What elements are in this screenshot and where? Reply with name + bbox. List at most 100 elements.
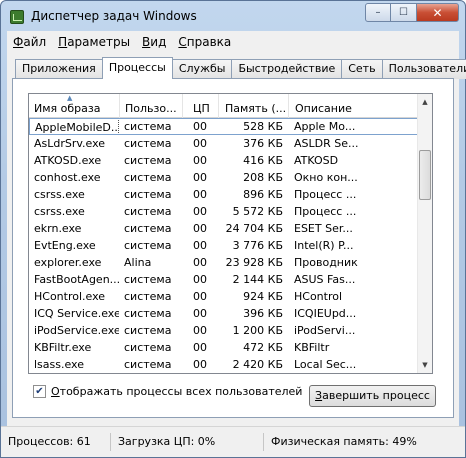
table-row[interactable]: KBFiltr.exe система 00 472 КБ KBFiltr — [29, 339, 419, 356]
table-row[interactable]: HControl.exe система 00 924 КБ HControl — [29, 288, 419, 305]
process-cpu-cell: 00 — [193, 307, 207, 320]
table-row[interactable]: ICQ Service.exe система 00 396 КБ ICQIEUpd..… — [29, 305, 419, 322]
tab-processes[interactable]: Процессы — [101, 57, 173, 79]
process-description-cell: Окно кон... — [294, 171, 358, 184]
process-cpu-cell: 00 — [193, 120, 207, 133]
tab-services[interactable]: Службы — [171, 59, 233, 79]
process-cpu-cell: 00 — [193, 324, 207, 337]
table-row[interactable]: csrss.exe система 00 896 КБ Процесс ... — [29, 186, 419, 203]
maximize-button[interactable]: ☐ — [391, 3, 416, 22]
show-all-users-label: Отображать процессы всех пользователей — [51, 385, 303, 398]
process-user-cell: система — [124, 154, 172, 167]
process-name-cell: conhost.exe — [34, 171, 101, 184]
process-rows: AppleMobileD... система 00 528 КБ Apple Mo..… — [29, 118, 419, 373]
process-description-cell: Процесс ... — [294, 205, 357, 218]
minimize-button[interactable]: – — [365, 3, 391, 22]
status-bar: Процессов: 61 Загрузка ЦП: 0% Физическая… — [1, 426, 465, 457]
table-row[interactable]: AppleMobileD... система 00 528 КБ Apple Mo..… — [29, 118, 419, 135]
tab-strip: Приложения Процессы Службы Быстродействи… — [15, 57, 466, 79]
tab-users[interactable]: Пользователи — [381, 59, 466, 79]
process-user-cell: система — [124, 273, 172, 286]
table-row[interactable]: csrss.exe система 00 5 572 КБ Процесс ... — [29, 203, 419, 220]
process-name-cell: explorer.exe — [34, 256, 102, 269]
process-description-cell: ICQIEUpd... — [294, 307, 357, 320]
process-description-cell: ASUS Fas... — [294, 273, 356, 286]
process-description-cell: Intel(R) P... — [294, 239, 354, 252]
vertical-scrollbar[interactable]: ▲ ▼ — [417, 94, 432, 373]
process-memory-cell: 2 144 КБ — [232, 273, 283, 286]
title-bar[interactable]: Диспетчер задач Windows – ☐ ✕ — [1, 1, 465, 31]
process-description-cell: Local Sec... — [294, 358, 357, 371]
table-row[interactable]: FastBootAgen... система 00 2 144 КБ ASUS Fas… — [29, 271, 419, 288]
process-user-cell: система — [124, 205, 172, 218]
scroll-down-icon[interactable]: ▼ — [418, 357, 432, 373]
menu-options[interactable]: Параметры — [52, 35, 136, 49]
process-name-cell: lsass.exe — [34, 358, 84, 371]
scroll-thumb[interactable] — [419, 150, 431, 200]
process-user-cell: система — [124, 324, 172, 337]
column-memory[interactable]: Память (... — [219, 94, 289, 118]
process-memory-cell: 528 КБ — [243, 120, 283, 133]
table-row[interactable]: explorer.exe Alina 00 23 928 КБ Проводник — [29, 254, 419, 271]
process-name-cell: KBFiltr.exe — [34, 341, 92, 354]
process-user-cell: система — [124, 307, 172, 320]
process-user-cell: система — [124, 137, 172, 150]
column-user[interactable]: Пользо... — [120, 94, 183, 118]
table-row[interactable]: AsLdrSrv.exe система 00 376 КБ ASLDR Se... — [29, 135, 419, 152]
scroll-up-icon[interactable]: ▲ — [418, 94, 432, 110]
process-user-cell: система — [124, 222, 172, 235]
process-description-cell: iPodServi... — [294, 324, 356, 337]
process-memory-cell: 1 200 КБ — [232, 324, 283, 337]
process-name-cell: ATKOSD.exe — [34, 154, 102, 167]
process-memory-cell: 3 776 КБ — [232, 239, 283, 252]
process-user-cell: система — [124, 358, 172, 371]
tab-applications[interactable]: Приложения — [15, 59, 103, 79]
process-name-cell: ICQ Service.exe — [34, 307, 119, 320]
column-image-name[interactable]: ▲ Имя образа — [29, 94, 120, 118]
column-header: ▲ Имя образа Пользо... ЦП Память (... Оп… — [29, 94, 419, 118]
process-user-cell: система — [124, 171, 172, 184]
show-all-users-checkbox[interactable]: ✔ — [33, 385, 46, 398]
status-cpu-usage: Загрузка ЦП: 0% — [111, 433, 264, 451]
process-list[interactable]: ▲ Имя образа Пользо... ЦП Память (... Оп… — [28, 93, 433, 374]
table-row[interactable]: ATKOSD.exe система 00 416 КБ ATKOSD — [29, 152, 419, 169]
tab-networking[interactable]: Сеть — [341, 59, 383, 79]
table-row[interactable]: EvtEng.exe система 00 3 776 КБ Intel(R) P... — [29, 237, 419, 254]
process-name-cell: csrss.exe — [34, 205, 85, 218]
process-cpu-cell: 00 — [193, 171, 207, 184]
task-manager-window: Диспетчер задач Windows – ☐ ✕ Файл Парам… — [0, 0, 466, 458]
process-cpu-cell: 00 — [193, 290, 207, 303]
table-row[interactable]: iPodService.exe система 00 1 200 КБ iPodServ… — [29, 322, 419, 339]
process-user-cell: система — [124, 120, 172, 133]
table-row[interactable]: conhost.exe система 00 208 КБ Окно кон... — [29, 169, 419, 186]
process-description-cell: HControl — [294, 290, 343, 303]
process-name-cell: AsLdrSrv.exe — [34, 137, 106, 150]
tab-performance[interactable]: Быстродействие — [231, 59, 343, 79]
end-process-button[interactable]: Завершить процесс — [309, 385, 436, 407]
column-cpu[interactable]: ЦП — [183, 94, 219, 118]
process-cpu-cell: 00 — [193, 154, 207, 167]
menu-view[interactable]: Вид — [136, 35, 172, 49]
process-memory-cell: 23 928 КБ — [225, 256, 283, 269]
process-memory-cell: 5 572 КБ — [232, 205, 283, 218]
table-row[interactable]: lsass.exe система 00 2 420 КБ Local Sec... — [29, 356, 419, 373]
process-name-cell: ekrn.exe — [34, 222, 82, 235]
process-name-cell: iPodService.exe — [34, 324, 119, 337]
column-description[interactable]: Описание — [289, 94, 419, 118]
process-cpu-cell: 00 — [193, 273, 207, 286]
menu-help[interactable]: Справка — [172, 35, 237, 49]
process-name-cell: FastBootAgen... — [34, 273, 119, 286]
process-user-cell: система — [124, 239, 172, 252]
menu-file[interactable]: Файл — [7, 35, 52, 49]
process-user-cell: система — [124, 290, 172, 303]
process-cpu-cell: 00 — [193, 222, 207, 235]
process-memory-cell: 472 КБ — [243, 341, 283, 354]
table-row[interactable]: ekrn.exe система 00 24 704 КБ ESET Ser... — [29, 220, 419, 237]
status-process-count: Процессов: 61 — [1, 433, 111, 451]
process-user-cell: система — [124, 341, 172, 354]
process-name-cell: AppleMobileD... — [29, 118, 119, 135]
close-button[interactable]: ✕ — [416, 3, 459, 22]
process-cpu-cell: 00 — [193, 256, 207, 269]
process-memory-cell: 208 КБ — [243, 171, 283, 184]
show-all-users-option[interactable]: ✔ Отображать процессы всех пользователей — [33, 385, 302, 398]
